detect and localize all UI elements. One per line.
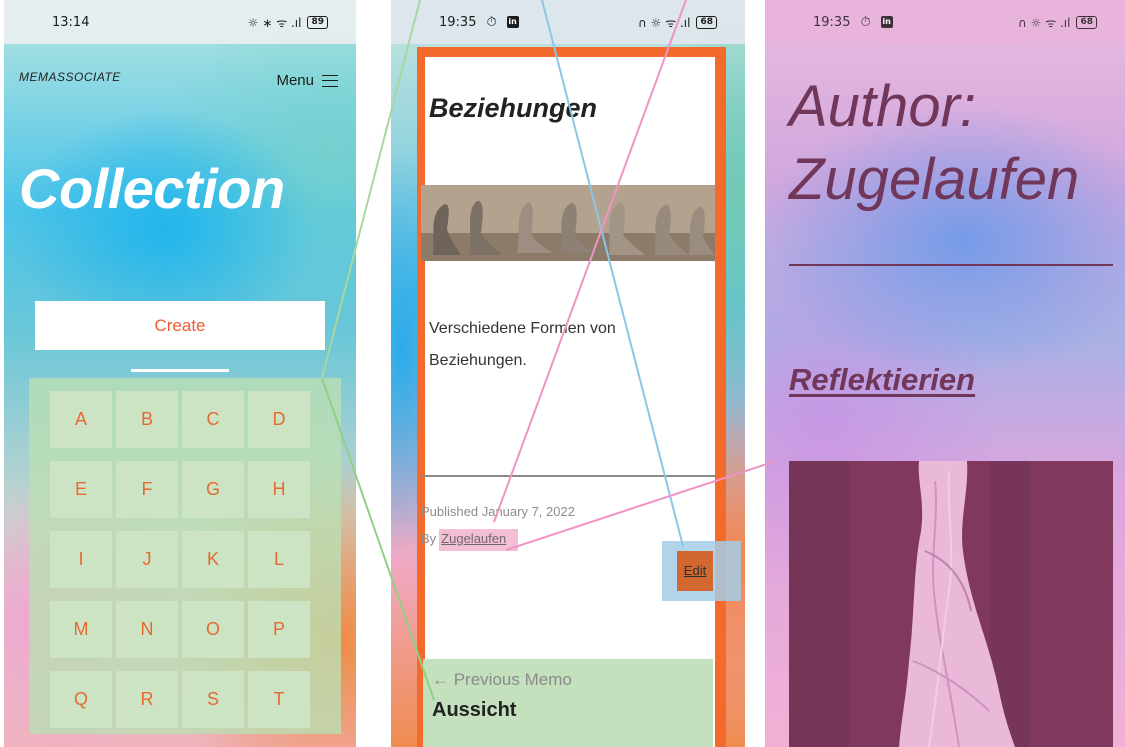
status-left: 19:35 ⏱ in — [813, 15, 893, 30]
menu-button[interactable]: Menu — [276, 72, 338, 89]
artwork-image[interactable] — [789, 461, 1113, 747]
author-heading-line2: Zugelaufen — [789, 147, 1080, 212]
alarm-icon: ⏱ — [486, 14, 497, 30]
linkedin-icon: in — [506, 16, 519, 28]
byline: By Zugelaufen — [421, 529, 519, 551]
letter-button[interactable]: P — [248, 601, 310, 658]
status-icon-group: ∩ ☼ ᯤ .ıl — [1018, 15, 1071, 30]
published-date: Published January 7, 2022 — [421, 504, 575, 519]
battery-icon: 68 — [1076, 15, 1097, 29]
status-bar: 13:14 ☼ ∗ ᯤ .ıl 89 — [4, 0, 356, 44]
status-bar: 19:35 ⏱ in ∩ ☼ ᯤ .ıl 68 — [391, 0, 745, 44]
status-icons: ∩ ☼ ᯤ .ıl 68 — [1018, 14, 1097, 31]
author-screen: 19:35 ⏱ in ∩ ☼ ᯤ .ıl 68 Author: Zugelauf… — [765, 0, 1125, 747]
letter-button[interactable]: L — [248, 531, 310, 588]
status-time: 19:35 — [439, 14, 477, 30]
letter-button[interactable]: I — [50, 531, 112, 588]
collection-screen: 13:14 ☼ ∗ ᯤ .ıl 89 MEMASSOCIATE Menu Col… — [4, 0, 356, 747]
letter-button[interactable]: J — [116, 531, 178, 588]
status-time: 19:35 — [813, 14, 851, 30]
menu-label: Menu — [276, 72, 314, 89]
letter-button[interactable]: F — [116, 461, 178, 518]
byline-prefix: By — [421, 531, 437, 546]
letter-button[interactable]: A — [50, 391, 112, 448]
letter-button[interactable]: T — [248, 671, 310, 728]
letter-button[interactable]: D — [248, 391, 310, 448]
memo-screen: 19:35 ⏱ in ∩ ☼ ᯤ .ıl 68 Beziehungen Vers… — [391, 0, 745, 747]
divider — [131, 369, 229, 372]
status-icon-group: ☼ ∗ ᯤ .ıl — [247, 15, 302, 30]
previous-memo-title[interactable]: Aussicht — [432, 699, 516, 722]
linkedin-icon: in — [880, 16, 893, 28]
page-title: Collection — [19, 157, 285, 220]
letter-button[interactable]: C — [182, 391, 244, 448]
author-heading-line1: Author: — [789, 74, 976, 139]
letter-button[interactable]: R — [116, 671, 178, 728]
clay-figures-illustration — [421, 185, 715, 261]
letter-button[interactable]: G — [182, 461, 244, 518]
author-link[interactable]: Zugelaufen — [439, 529, 519, 551]
memo-card — [425, 57, 715, 747]
letter-button[interactable]: B — [116, 391, 178, 448]
letter-button[interactable]: H — [248, 461, 310, 518]
letter-button[interactable]: S — [182, 671, 244, 728]
post-title: Beziehungen — [429, 93, 598, 123]
author-heading: Author: Zugelaufen — [789, 70, 1079, 216]
status-icon-group: ∩ ☼ ᯤ .ıl — [638, 15, 691, 30]
letter-button[interactable]: Q — [50, 671, 112, 728]
status-bar: 19:35 ⏱ in ∩ ☼ ᯤ .ıl 68 — [765, 0, 1125, 44]
status-icons: ∩ ☼ ᯤ .ıl 68 — [638, 14, 717, 31]
status-time: 13:14 — [52, 14, 90, 30]
letter-button[interactable]: N — [116, 601, 178, 658]
draped-sculpture-illustration — [789, 461, 1113, 747]
letter-button[interactable]: M — [50, 601, 112, 658]
alarm-icon: ⏱ — [860, 14, 871, 30]
create-button[interactable]: Create — [35, 301, 325, 350]
post-divider — [421, 475, 715, 477]
letter-button[interactable]: K — [182, 531, 244, 588]
site-logo[interactable]: MEMASSOCIATE — [19, 70, 121, 84]
edit-button[interactable]: Edit — [677, 551, 713, 591]
letter-button[interactable]: E — [50, 461, 112, 518]
status-left: 19:35 ⏱ in — [439, 15, 519, 30]
battery-icon: 89 — [307, 15, 328, 29]
letter-grid: A B C D E F G H I J K L M N O P Q R S T — [50, 391, 310, 728]
category-link[interactable]: Reflektierien — [789, 362, 975, 398]
letter-button[interactable]: O — [182, 601, 244, 658]
author-divider — [789, 264, 1113, 266]
status-icons: ☼ ∗ ᯤ .ıl 89 — [248, 14, 328, 31]
previous-memo-label: ← Previous Memo — [432, 670, 572, 689]
battery-icon: 68 — [696, 15, 717, 29]
hamburger-menu-icon — [322, 74, 338, 87]
post-image[interactable] — [421, 185, 715, 261]
post-excerpt: Verschiedene Formen von Beziehungen. — [429, 320, 616, 369]
